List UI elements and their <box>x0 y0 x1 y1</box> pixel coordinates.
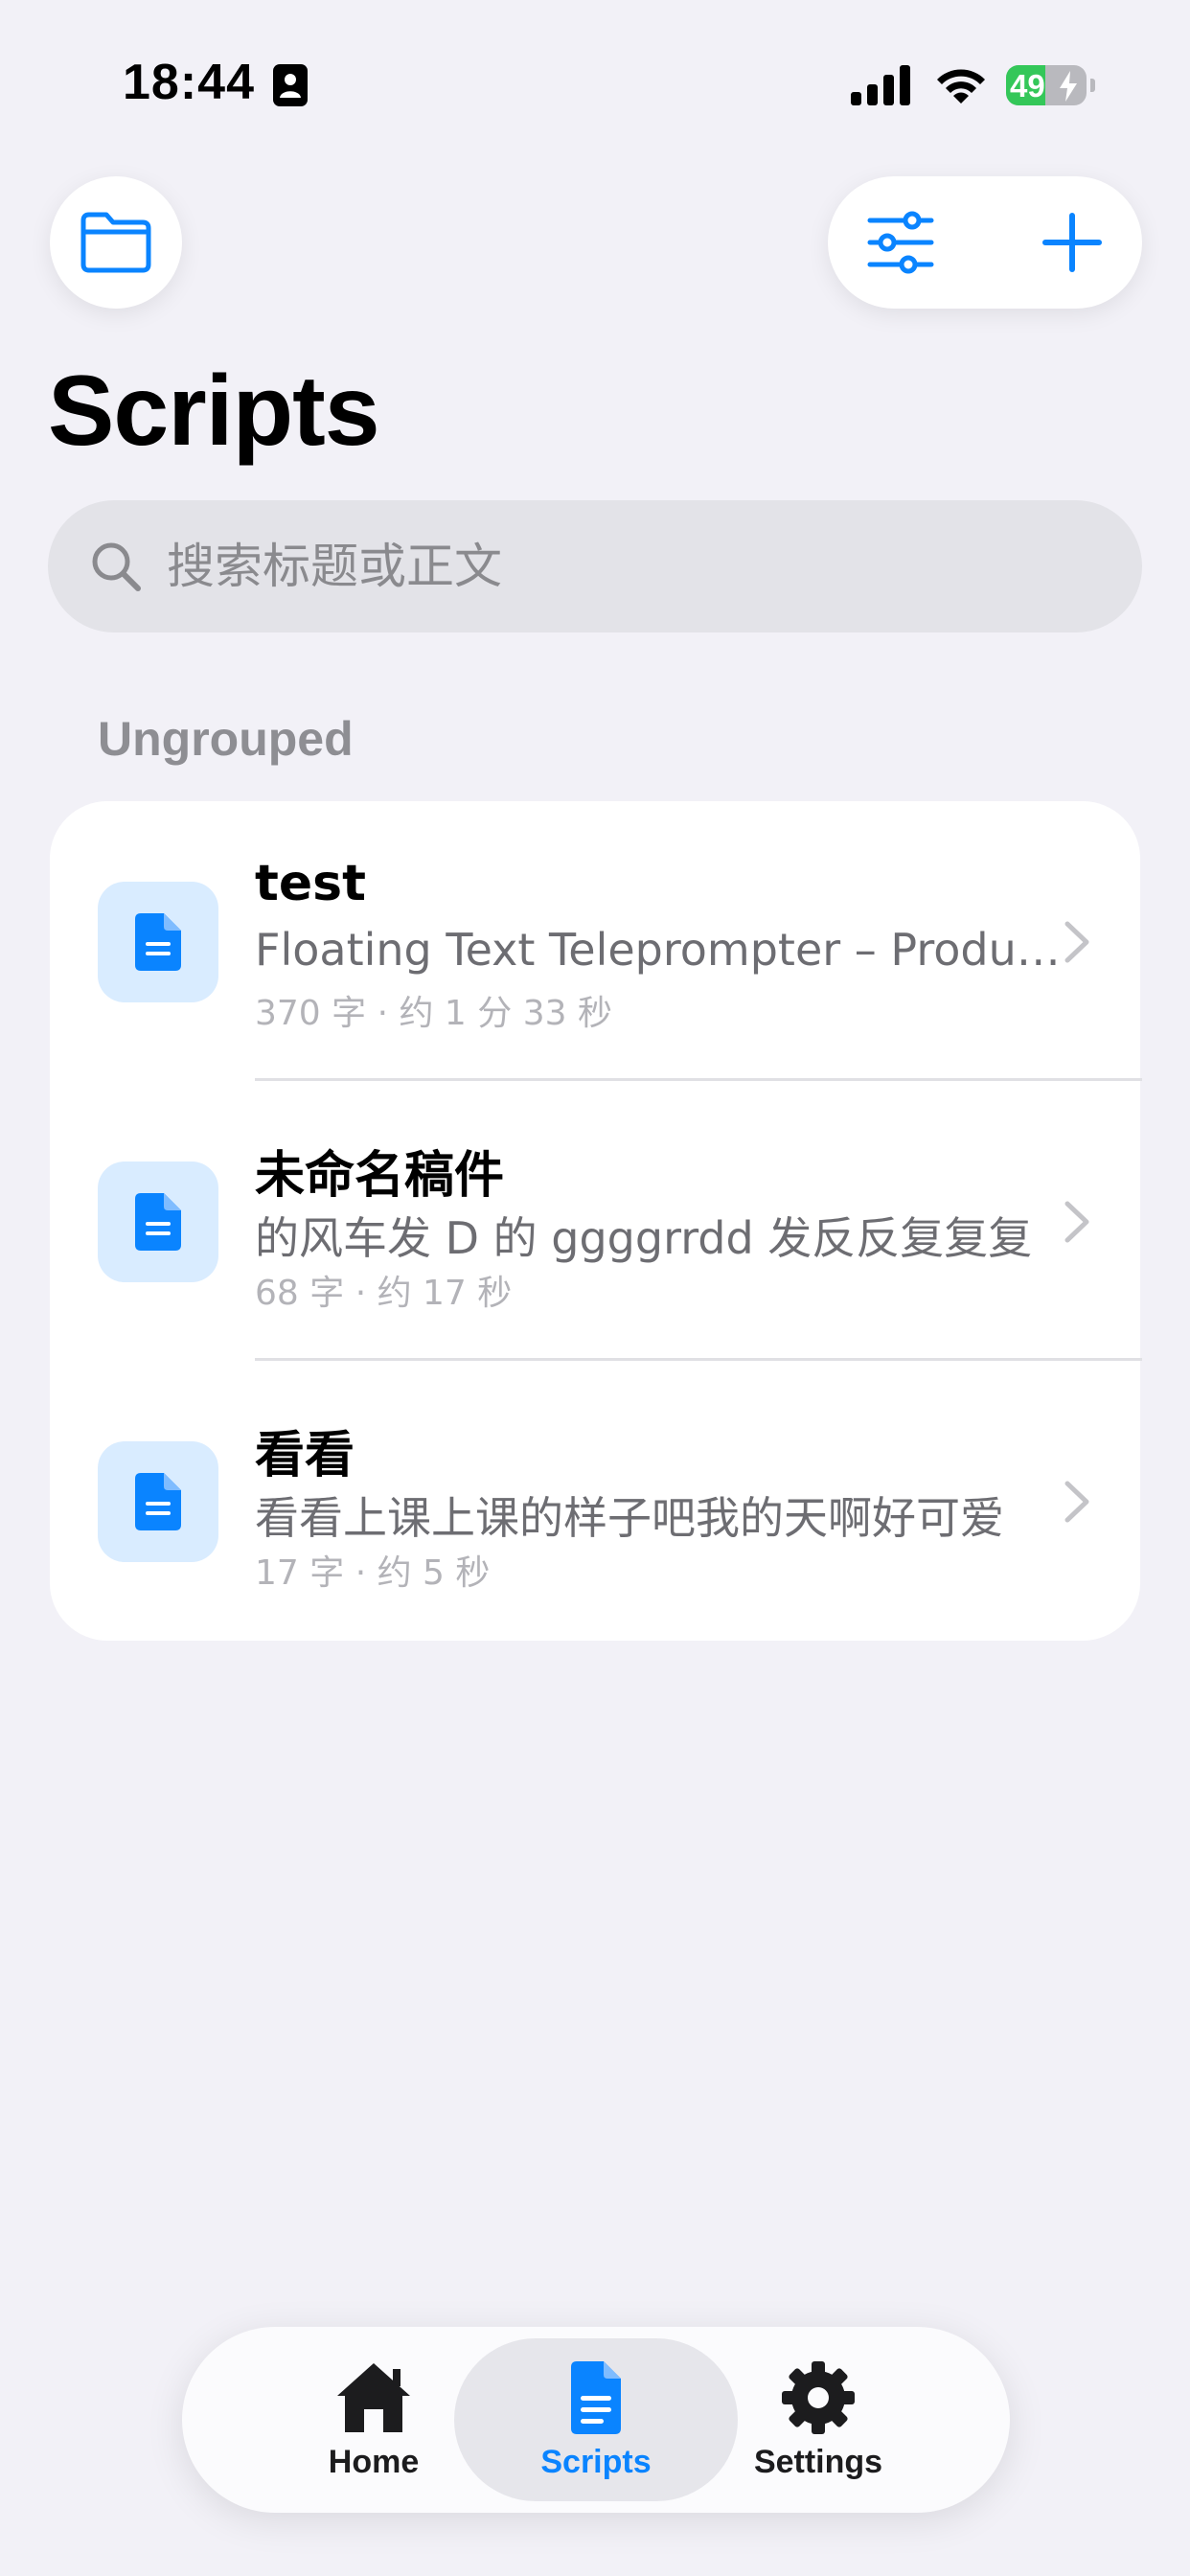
toolbar-pill <box>828 176 1142 309</box>
document-icon <box>135 1193 181 1251</box>
house-icon <box>337 2363 410 2432</box>
script-title: 未命名稿件 <box>255 1147 505 1205</box>
status-time: 18:44 <box>123 55 255 110</box>
document-icon <box>135 913 181 971</box>
chevron-right-icon <box>1064 1481 1089 1523</box>
charging-bolt-icon <box>1060 71 1077 102</box>
script-title: test <box>255 855 366 912</box>
search-icon <box>92 542 141 591</box>
script-meta: 68 字 · 约 17 秒 <box>255 1274 513 1313</box>
battery-indicator: 49 <box>1006 63 1095 107</box>
add-script-icon[interactable] <box>1041 211 1104 274</box>
tab-settings[interactable]: Settings <box>676 2338 960 2501</box>
script-row[interactable]: test Floating Text Teleprompter – Produc… <box>50 801 1142 1081</box>
section-header: Ungrouped <box>98 712 354 766</box>
script-preview: Floating Text Teleprompter – Productivit… <box>255 924 1079 976</box>
script-preview: 看看上课上课的样子吧我的天啊好可爱 <box>255 1492 1004 1544</box>
chevron-right-icon <box>1064 1201 1089 1243</box>
chevron-right-icon <box>1064 921 1089 963</box>
script-row[interactable]: 未命名稿件 的风车发 D 的 ggggrrdd 发反反复复复 68 字 · 约 … <box>50 1081 1142 1361</box>
script-icon-container <box>98 1441 218 1562</box>
document-icon <box>135 1473 181 1530</box>
script-icon-container <box>98 882 218 1002</box>
script-row[interactable]: 看看 看看上课上课的样子吧我的天啊好可爱 17 字 · 约 5 秒 <box>50 1361 1140 1641</box>
tab-label: Settings <box>753 2444 883 2480</box>
battery-percent: 49 <box>1010 68 1045 104</box>
script-list: test Floating Text Teleprompter – Produc… <box>50 801 1142 1641</box>
script-icon-container <box>98 1162 218 1282</box>
document-icon <box>571 2361 621 2434</box>
contact-card-icon <box>273 64 308 106</box>
folder-icon <box>80 212 151 273</box>
search-input[interactable] <box>167 527 1106 606</box>
page-title: Scripts <box>48 356 380 467</box>
tab-bar: Home Scripts Settings <box>182 2327 1010 2513</box>
script-preview: 的风车发 D 的 ggggrrdd 发反反复复复 <box>255 1212 1033 1264</box>
tab-label: Home <box>328 2444 420 2480</box>
search-bar[interactable] <box>48 500 1142 632</box>
cellular-signal-icon <box>851 65 910 105</box>
script-meta: 370 字 · 约 1 分 33 秒 <box>255 994 612 1033</box>
script-title: 看看 <box>255 1427 355 1484</box>
folders-button[interactable] <box>50 176 182 309</box>
gear-icon <box>782 2361 855 2434</box>
script-meta: 17 字 · 约 5 秒 <box>255 1553 491 1593</box>
wifi-icon <box>937 69 985 104</box>
tab-label: Scripts <box>540 2444 652 2480</box>
filter-sliders-icon[interactable] <box>866 211 935 274</box>
